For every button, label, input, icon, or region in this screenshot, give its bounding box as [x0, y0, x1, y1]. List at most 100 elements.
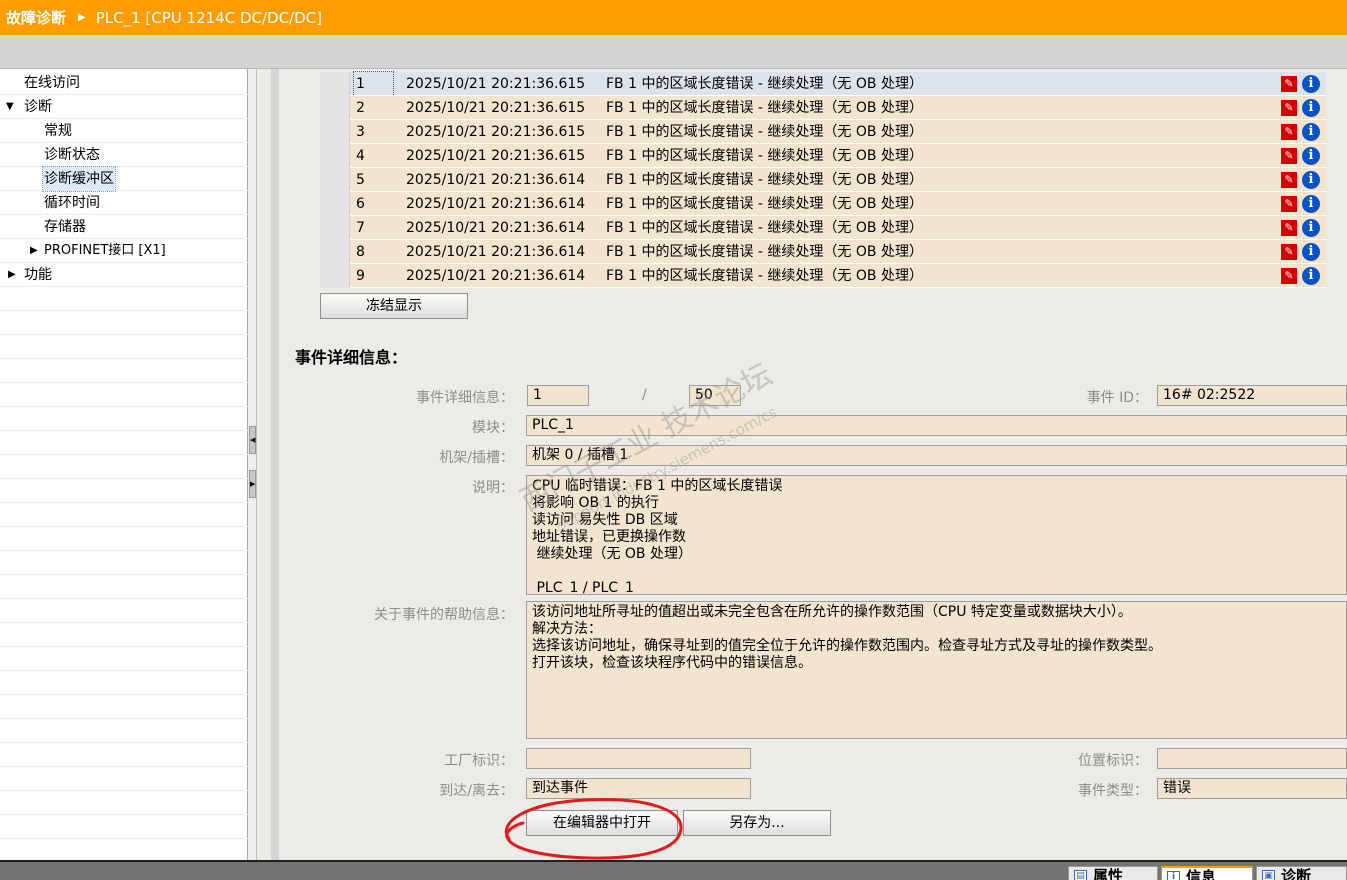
row-header[interactable]	[320, 192, 350, 216]
empty-row	[0, 599, 248, 623]
row-message: FB 1 中的区域长度错误 - 继续处理（无 OB 处理）	[606, 172, 923, 188]
tab-info[interactable]: i 信息	[1161, 866, 1253, 880]
table-row[interactable]: 3 2025/10/21 20:21:36.615 FB 1 中的区域长度错误 - …	[320, 120, 1326, 144]
info-icon[interactable]: i	[1302, 171, 1320, 189]
help-text: 该访问地址所寻址的值超出或未完全包含在所允许的操作数范围（CPU 特定变量或数据…	[526, 601, 1347, 739]
row-body[interactable]: 8 2025/10/21 20:21:36.614 FB 1 中的区域长度错误 - …	[350, 240, 1326, 264]
diagnosis-wrench-icon[interactable]: ✎	[1281, 100, 1297, 116]
open-in-editor-button[interactable]: 在编辑器中打开	[526, 810, 678, 836]
expand-arrow-icon[interactable]: ▼	[6, 95, 14, 119]
diagnosis-wrench-icon[interactable]: ✎	[1281, 196, 1297, 212]
rack-slot-field: 机架 0 / 插槽 1	[526, 445, 1347, 466]
expand-arrow-icon[interactable]: ▶	[30, 239, 38, 263]
event-index-field[interactable]: 1	[527, 385, 589, 406]
info-icon[interactable]: i	[1302, 195, 1320, 213]
row-header[interactable]	[320, 96, 350, 120]
table-row[interactable]: 2 2025/10/21 20:21:36.615 FB 1 中的区域长度错误 - …	[320, 96, 1326, 120]
editor-title: 故障诊断	[6, 9, 67, 27]
row-header[interactable]	[320, 264, 350, 288]
table-row[interactable]: 8 2025/10/21 20:21:36.614 FB 1 中的区域长度错误 - …	[320, 240, 1326, 264]
bottom-tab-bar: ▤ 属性 i 信息 ▣ 诊断	[0, 860, 1347, 880]
table-row[interactable]: 9 2025/10/21 20:21:36.614 FB 1 中的区域长度错误 - …	[320, 264, 1326, 288]
row-header[interactable]	[320, 72, 350, 96]
empty-row	[0, 335, 248, 359]
table-row[interactable]: 6 2025/10/21 20:21:36.614 FB 1 中的区域长度错误 - …	[320, 192, 1326, 216]
sidebar-item-general[interactable]: 常规	[0, 119, 248, 143]
sidebar-item-profinet[interactable]: ▶ PROFINET接口 [X1]	[0, 239, 248, 263]
empty-row	[0, 527, 248, 551]
diagnosis-wrench-icon[interactable]: ✎	[1281, 148, 1297, 164]
empty-row	[0, 287, 248, 311]
row-timestamp: 2025/10/21 20:21:36.615	[406, 148, 586, 164]
diagnosis-wrench-icon[interactable]: ✎	[1281, 244, 1297, 260]
row-header[interactable]	[320, 168, 350, 192]
row-header[interactable]	[320, 144, 350, 168]
empty-row	[0, 719, 248, 743]
row-number: 1	[353, 71, 394, 97]
event-type-field: 错误	[1157, 778, 1347, 799]
sidebar-item-online-access[interactable]: 在线访问	[0, 71, 248, 95]
tab-properties[interactable]: ▤ 属性	[1068, 866, 1158, 880]
incoming-outgoing-label: 到达/离去：	[439, 783, 514, 799]
expand-right-icon[interactable]: ▶	[249, 470, 256, 498]
event-details-title: 事件详细信息：	[295, 348, 408, 367]
info-icon[interactable]: i	[1302, 147, 1320, 165]
row-number: 3	[356, 124, 365, 140]
title-bar: 故障诊断 ▶ PLC_1 [CPU 1214C DC/DC/DC]	[0, 0, 1347, 35]
sidebar-item-diagnostic-buffer[interactable]: 诊断缓冲区	[0, 166, 248, 192]
info-icon[interactable]: i	[1302, 99, 1320, 117]
row-body[interactable]: 3 2025/10/21 20:21:36.615 FB 1 中的区域长度错误 - …	[350, 120, 1326, 144]
empty-row	[0, 743, 248, 767]
row-body[interactable]: 7 2025/10/21 20:21:36.614 FB 1 中的区域长度错误 - …	[350, 216, 1326, 240]
info-icon[interactable]: i	[1302, 219, 1320, 237]
table-row[interactable]: 1 2025/10/21 20:21:36.615 FB 1 中的区域长度错误 - …	[320, 71, 1326, 97]
diagnosis-wrench-icon[interactable]: ✎	[1281, 220, 1297, 236]
row-timestamp: 2025/10/21 20:21:36.614	[406, 172, 586, 188]
sidebar-item-cycle-time[interactable]: 循环时间	[0, 191, 248, 215]
table-row[interactable]: 7 2025/10/21 20:21:36.614 FB 1 中的区域长度错误 - …	[320, 216, 1326, 240]
vertical-scrollbar[interactable]	[271, 69, 279, 860]
row-number: 6	[356, 196, 365, 212]
diagnosis-wrench-icon[interactable]: ✎	[1281, 76, 1297, 92]
row-message: FB 1 中的区域长度错误 - 继续处理（无 OB 处理）	[606, 148, 923, 164]
module-label: 模块：	[472, 420, 514, 436]
row-body[interactable]: 1 2025/10/21 20:21:36.615 FB 1 中的区域长度错误 - …	[350, 71, 1326, 97]
sidebar-item-functions[interactable]: ▶ 功能	[0, 263, 248, 287]
row-header[interactable]	[320, 240, 350, 264]
save-as-button[interactable]: 另存为...	[683, 810, 831, 836]
panel-splitter[interactable]: ◀ ▶	[248, 69, 257, 860]
empty-row	[0, 551, 248, 575]
diagnosis-wrench-icon[interactable]: ✎	[1281, 268, 1297, 284]
row-body[interactable]: 5 2025/10/21 20:21:36.614 FB 1 中的区域长度错误 - …	[350, 168, 1326, 192]
row-body[interactable]: 2 2025/10/21 20:21:36.615 FB 1 中的区域长度错误 - …	[350, 96, 1326, 120]
module-field: PLC_1	[526, 415, 1347, 436]
row-body[interactable]: 6 2025/10/21 20:21:36.614 FB 1 中的区域长度错误 - …	[350, 192, 1326, 216]
empty-row	[0, 767, 248, 791]
info-icon[interactable]: i	[1302, 243, 1320, 261]
row-message: FB 1 中的区域长度错误 - 继续处理（无 OB 处理）	[606, 76, 923, 92]
sidebar-item-diagnostic-status[interactable]: 诊断状态	[0, 143, 248, 167]
diagnosis-wrench-icon[interactable]: ✎	[1281, 172, 1297, 188]
row-number: 9	[356, 268, 365, 284]
row-message: FB 1 中的区域长度错误 - 继续处理（无 OB 处理）	[606, 124, 923, 140]
info-icon[interactable]: i	[1302, 75, 1320, 93]
collapse-left-icon[interactable]: ◀	[249, 426, 256, 454]
row-body[interactable]: 9 2025/10/21 20:21:36.614 FB 1 中的区域长度错误 - …	[350, 264, 1326, 288]
freeze-display-button[interactable]: 冻结显示	[320, 293, 468, 319]
tab-diagnostics[interactable]: ▣ 诊断	[1256, 866, 1347, 880]
diagnosis-wrench-icon[interactable]: ✎	[1281, 124, 1297, 140]
sidebar-item-diagnostics[interactable]: ▼ 诊断	[0, 95, 248, 119]
event-total-field: 50	[689, 385, 741, 406]
info-tab-icon: i	[1167, 871, 1180, 880]
row-header[interactable]	[320, 120, 350, 144]
event-type-label: 事件类型：	[1078, 783, 1148, 799]
sidebar-item-memory[interactable]: 存储器	[0, 215, 248, 239]
expand-arrow-icon[interactable]: ▶	[8, 263, 16, 287]
info-icon[interactable]: i	[1302, 123, 1320, 141]
table-row[interactable]: 5 2025/10/21 20:21:36.614 FB 1 中的区域长度错误 - …	[320, 168, 1326, 192]
row-body[interactable]: 4 2025/10/21 20:21:36.615 FB 1 中的区域长度错误 - …	[350, 144, 1326, 168]
table-row[interactable]: 4 2025/10/21 20:21:36.615 FB 1 中的区域长度错误 - …	[320, 144, 1326, 168]
row-header[interactable]	[320, 216, 350, 240]
row-message: FB 1 中的区域长度错误 - 继续处理（无 OB 处理）	[606, 244, 923, 260]
info-icon[interactable]: i	[1302, 267, 1320, 285]
